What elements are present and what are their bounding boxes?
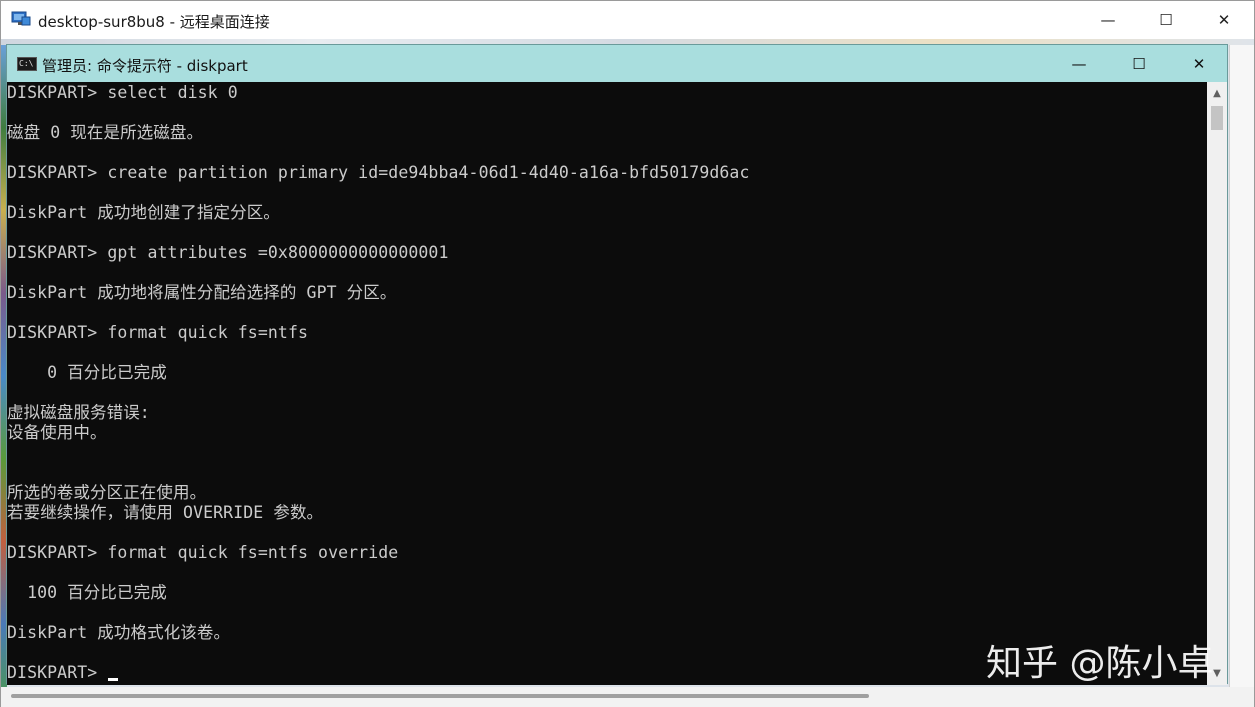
rdp-maximize-button[interactable]: ☐ xyxy=(1137,1,1195,39)
remote-desktop-icon xyxy=(11,11,31,26)
console-line: DISKPART> select disk 0 xyxy=(7,83,238,102)
console-line: DISKPART> create partition primary id=de… xyxy=(7,163,750,182)
cmd-title-bar[interactable]: C:\ 管理员: 命令提示符 - diskpart — ☐ ✕ xyxy=(7,45,1227,82)
horizontal-scrollbar-thumb[interactable] xyxy=(11,694,869,698)
cmd-minimize-button[interactable]: — xyxy=(1049,45,1109,82)
console-line: 若要继续操作，请使用 OVERRIDE 参数。 xyxy=(7,503,324,522)
text-cursor xyxy=(108,678,118,681)
console-line: 100 百分比已完成 xyxy=(7,583,167,602)
horizontal-scrollbar[interactable] xyxy=(1,687,1254,707)
remote-desktop-window: desktop-sur8bu8 - 远程桌面连接 — ☐ ✕ C:\ 管理员: … xyxy=(0,0,1255,707)
console-line: 0 百分比已完成 xyxy=(7,363,167,382)
rdp-close-button[interactable]: ✕ xyxy=(1195,1,1253,39)
vertical-scrollbar[interactable]: ▲ ▼ xyxy=(1207,82,1227,685)
cmd-icon: C:\ xyxy=(17,57,37,71)
console-line: DISKPART> format quick fs=ntfs xyxy=(7,323,309,342)
console-line: DISKPART> gpt attributes =0x800000000000… xyxy=(7,243,449,262)
zhihu-watermark: 知乎 @陈小卓 xyxy=(986,643,1214,684)
rdp-window-title: desktop-sur8bu8 - 远程桌面连接 xyxy=(38,13,270,31)
scrollbar-thumb[interactable] xyxy=(1211,106,1223,130)
console-line: 设备使用中。 xyxy=(7,423,107,442)
rdp-minimize-button[interactable]: — xyxy=(1079,1,1137,39)
rdp-title-bar[interactable]: desktop-sur8bu8 - 远程桌面连接 — ☐ ✕ xyxy=(1,1,1254,39)
console-line: 所选的卷或分区正在使用。 xyxy=(7,483,207,502)
cmd-window-title: 管理员: 命令提示符 - diskpart xyxy=(42,57,248,75)
console-line: 磁盘 0 现在是所选磁盘。 xyxy=(7,123,204,142)
command-prompt-window[interactable]: C:\ 管理员: 命令提示符 - diskpart — ☐ ✕ DISKPART… xyxy=(6,44,1228,685)
console-line: DISKPART> format quick fs=ntfs override xyxy=(7,543,399,562)
console-line: 虚拟磁盘服务错误: xyxy=(7,403,150,422)
console-line: DiskPart 成功地将属性分配给选择的 GPT 分区。 xyxy=(7,283,397,302)
console-line: DiskPart 成功地创建了指定分区。 xyxy=(7,203,280,222)
cmd-close-button[interactable]: ✕ xyxy=(1169,45,1229,82)
cmd-maximize-button[interactable]: ☐ xyxy=(1109,45,1169,82)
console-output[interactable]: DISKPART> select disk 0 磁盘 0 现在是所选磁盘。 DI… xyxy=(7,82,1207,685)
console-prompt-line: DISKPART> xyxy=(7,663,108,682)
console-line: DiskPart 成功格式化该卷。 xyxy=(7,623,231,642)
remote-right-edge xyxy=(1229,45,1254,707)
scroll-up-arrow-icon[interactable]: ▲ xyxy=(1207,82,1227,104)
